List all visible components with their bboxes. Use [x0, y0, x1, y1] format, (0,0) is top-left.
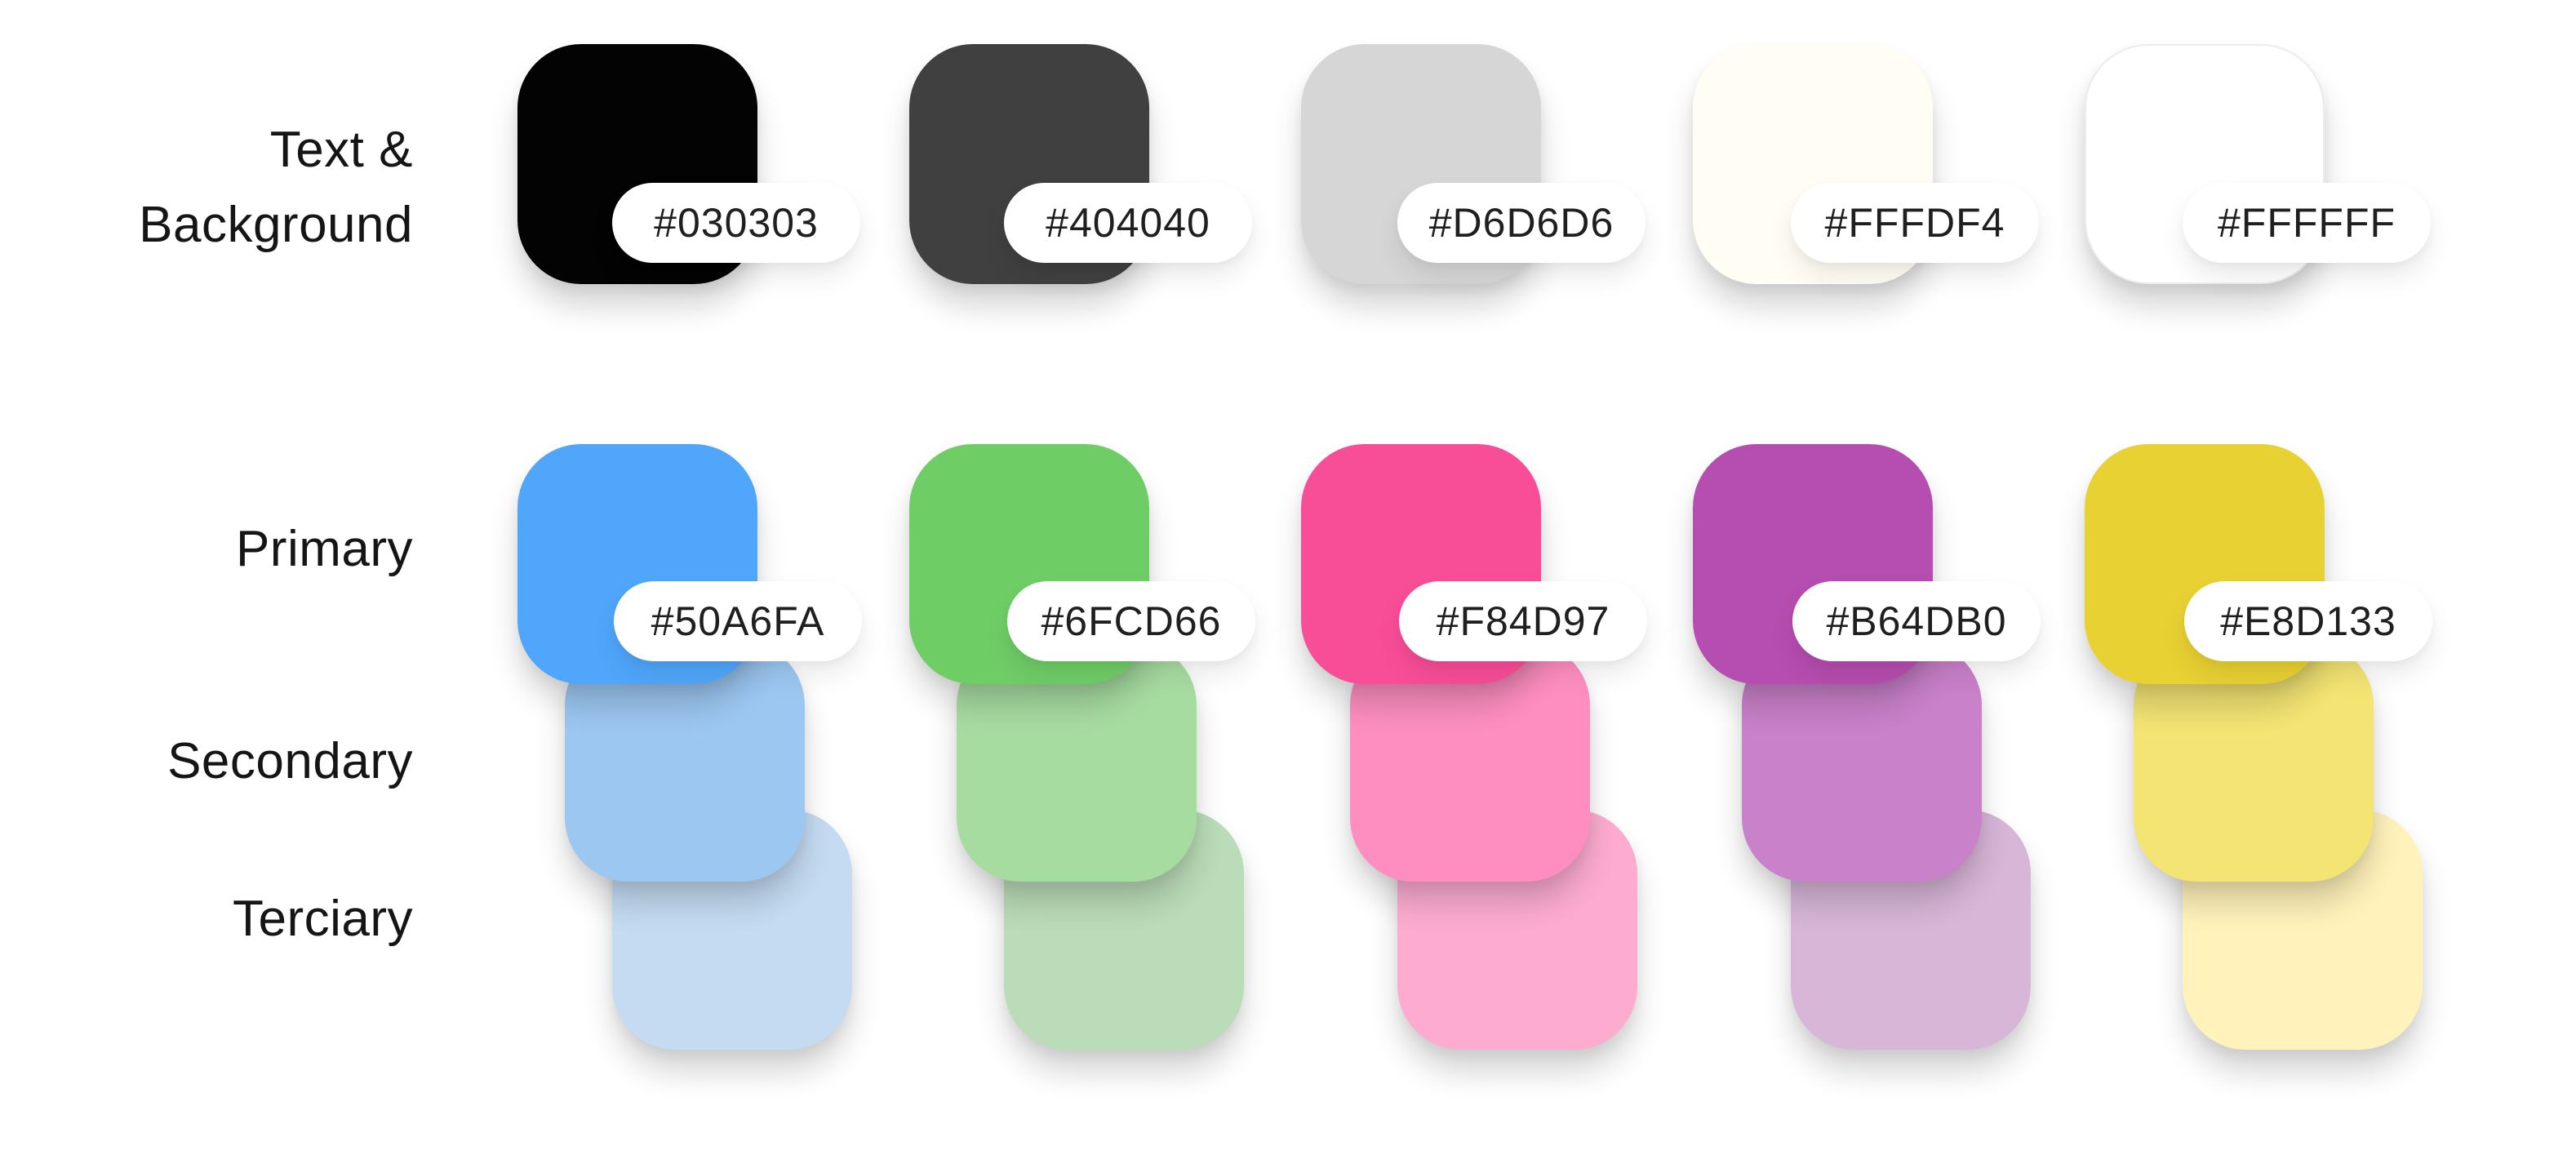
- neutral-hex-dark-gray: #404040: [1004, 183, 1252, 263]
- primary-label: Primary: [235, 521, 413, 577]
- primary-hex-blue: #50A6FA: [614, 581, 862, 661]
- secondary-label: Secondary: [167, 733, 413, 789]
- tertiary-label: Terciary: [232, 891, 413, 947]
- neutral-hex-white: #FFFFFF: [2183, 183, 2431, 263]
- primary-hex-purple: #B64DB0: [1792, 581, 2041, 661]
- color-palette-board: Text & Background Primary Secondary Terc…: [0, 0, 2576, 1169]
- primary-hex-yellow: #E8D133: [2184, 581, 2432, 661]
- text-background-label-line-1: Text &: [269, 122, 413, 178]
- neutral-hex-light-gray: #D6D6D6: [1397, 183, 1646, 263]
- neutral-hex-black: #030303: [612, 183, 860, 263]
- primary-hex-green: #6FCD66: [1007, 581, 1255, 661]
- primary-hex-pink: #F84D97: [1399, 581, 1647, 661]
- neutral-hex-cream: #FFFDF4: [1791, 183, 2039, 263]
- text-background-label: Text & Background: [139, 113, 413, 263]
- text-background-label-line-2: Background: [139, 197, 413, 253]
